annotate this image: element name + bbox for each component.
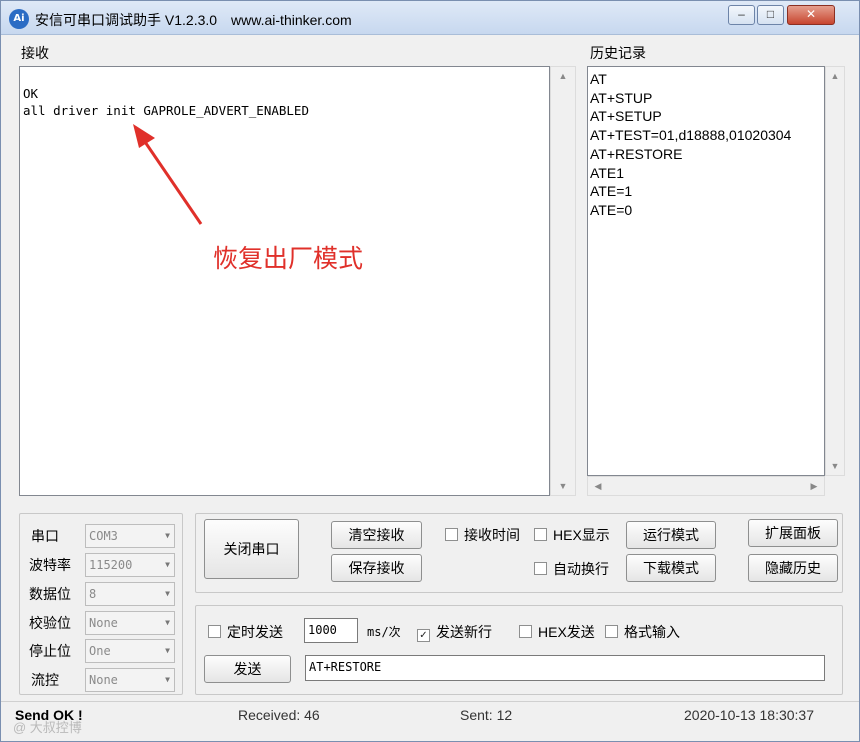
flow-value: None — [89, 673, 118, 687]
databits-select[interactable]: 8 ▼ — [85, 582, 175, 606]
maximize-button[interactable]: □ — [757, 5, 784, 25]
interval-input[interactable]: 1000 — [304, 618, 358, 643]
history-vscrollbar[interactable]: ▲ ▼ — [825, 66, 845, 476]
flow-select[interactable]: None ▼ — [85, 668, 175, 692]
checkbox-box[interactable] — [605, 625, 618, 638]
receive-label: 接收 — [21, 45, 49, 61]
history-item[interactable]: ATE1 — [590, 164, 822, 183]
stopbits-value: One — [89, 644, 111, 658]
port-label: 串口 — [31, 528, 59, 544]
clear-receive-button[interactable]: 清空接收 — [331, 521, 422, 549]
checkbox-box[interactable] — [534, 562, 547, 575]
annotation-text: 恢复出厂模式 — [213, 245, 364, 273]
send-button[interactable]: 发送 — [204, 655, 291, 683]
parity-value: None — [89, 616, 118, 630]
history-hscrollbar[interactable]: ◀ ▶ — [587, 476, 825, 496]
send-newline-checkbox[interactable]: ✓ 发送新行 — [417, 622, 492, 642]
chevron-down-icon: ▼ — [165, 618, 170, 627]
app-window: Ai 安信可串口调试助手 V1.2.3.0 www.ai-thinker.com … — [0, 0, 860, 742]
chevron-down-icon: ▼ — [165, 675, 170, 684]
annotation-arrow-icon — [133, 124, 203, 225]
history-item[interactable]: ATE=0 — [590, 201, 822, 220]
window-title-url: www.ai-thinker.com — [231, 12, 352, 28]
history-item[interactable]: AT+STUP — [590, 89, 822, 108]
expand-panel-button[interactable]: 扩展面板 — [748, 519, 838, 547]
parity-label: 校验位 — [29, 615, 71, 631]
hex-display-checkbox[interactable]: HEX显示 — [534, 525, 610, 545]
hex-send-label: HEX发送 — [538, 624, 595, 640]
send-group — [195, 605, 843, 695]
receive-scrollbar[interactable]: ▲ ▼ — [550, 66, 576, 496]
checkbox-box[interactable] — [519, 625, 532, 638]
chevron-down-icon: ▼ — [165, 589, 170, 598]
send-newline-label: 发送新行 — [436, 624, 492, 640]
parity-select[interactable]: None ▼ — [85, 611, 175, 635]
history-list[interactable]: AT AT+STUP AT+SETUP AT+TEST=01,d18888,01… — [587, 66, 825, 476]
chevron-down-icon: ▼ — [165, 646, 170, 655]
baud-select[interactable]: 115200 ▼ — [85, 553, 175, 577]
history-item[interactable]: AT — [590, 70, 822, 89]
checkbox-box[interactable] — [534, 528, 547, 541]
format-input-checkbox[interactable]: 格式输入 — [605, 622, 680, 642]
stopbits-label: 停止位 — [29, 643, 71, 659]
auto-wrap-label: 自动换行 — [553, 561, 609, 577]
scroll-down-arrow-icon[interactable]: ▼ — [826, 461, 844, 471]
minimize-button[interactable]: – — [728, 5, 755, 25]
receive-textarea[interactable]: OK all driver init GAPROLE_ADVERT_ENABLE… — [19, 66, 550, 496]
chevron-down-icon: ▼ — [165, 531, 170, 540]
receive-time-label: 接收时间 — [464, 527, 520, 543]
timed-send-label: 定时发送 — [227, 624, 283, 640]
history-item[interactable]: AT+RESTORE — [590, 145, 822, 164]
status-bar: Send OK ! Received: 46 Sent: 12 2020-10-… — [1, 701, 859, 741]
scroll-left-arrow-icon[interactable]: ◀ — [480, 481, 716, 492]
baud-label: 波特率 — [29, 557, 71, 573]
window-title: 安信可串口调试助手 V1.2.3.0 www.ai-thinker.com — [35, 10, 352, 30]
receive-time-checkbox[interactable]: 接收时间 — [445, 525, 520, 545]
download-mode-button[interactable]: 下载模式 — [626, 554, 716, 582]
port-value: COM3 — [89, 529, 118, 543]
checkbox-box[interactable] — [445, 528, 458, 541]
format-input-label: 格式输入 — [624, 624, 680, 640]
history-item[interactable]: AT+TEST=01,d18888,01020304 — [590, 126, 822, 145]
sent-count: Sent: 12 — [460, 707, 513, 723]
received-count: Received: 46 — [238, 707, 320, 723]
status-datetime: 2020-10-13 18:30:37 — [684, 707, 814, 723]
interval-unit: ms/次 — [367, 625, 401, 639]
close-port-button[interactable]: 关闭串口 — [204, 519, 299, 579]
databits-value: 8 — [89, 587, 97, 601]
history-label: 历史记录 — [590, 45, 646, 61]
send-input[interactable]: AT+RESTORE — [305, 655, 825, 681]
chevron-down-icon: ▼ — [165, 560, 170, 569]
databits-label: 数据位 — [29, 586, 71, 602]
hex-send-checkbox[interactable]: HEX发送 — [519, 622, 595, 642]
scroll-right-arrow-icon[interactable]: ▶ — [696, 481, 860, 492]
checkbox-box[interactable] — [208, 625, 221, 638]
title-bar[interactable]: Ai 安信可串口调试助手 V1.2.3.0 www.ai-thinker.com … — [1, 1, 859, 35]
history-item[interactable]: AT+SETUP — [590, 107, 822, 126]
app-logo-icon: Ai — [9, 9, 29, 29]
auto-wrap-checkbox[interactable]: 自动换行 — [534, 559, 609, 579]
hide-history-button[interactable]: 隐藏历史 — [748, 554, 838, 582]
scroll-up-arrow-icon[interactable]: ▲ — [551, 71, 575, 81]
scroll-up-arrow-icon[interactable]: ▲ — [826, 71, 844, 81]
check-icon[interactable]: ✓ — [417, 629, 430, 642]
hex-display-label: HEX显示 — [553, 527, 610, 543]
watermark-text: @ 大叔控博 — [13, 720, 82, 735]
save-receive-button[interactable]: 保存接收 — [331, 554, 422, 582]
window-title-text: 安信可串口调试助手 V1.2.3.0 — [35, 12, 218, 28]
stopbits-select[interactable]: One ▼ — [85, 639, 175, 663]
timed-send-checkbox[interactable]: 定时发送 — [208, 622, 283, 642]
run-mode-button[interactable]: 运行模式 — [626, 521, 716, 549]
port-select[interactable]: COM3 ▼ — [85, 524, 175, 548]
close-button[interactable]: ✕ — [787, 5, 835, 25]
history-item[interactable]: ATE=1 — [590, 182, 822, 201]
flow-label: 流控 — [31, 672, 59, 688]
baud-value: 115200 — [89, 558, 133, 572]
